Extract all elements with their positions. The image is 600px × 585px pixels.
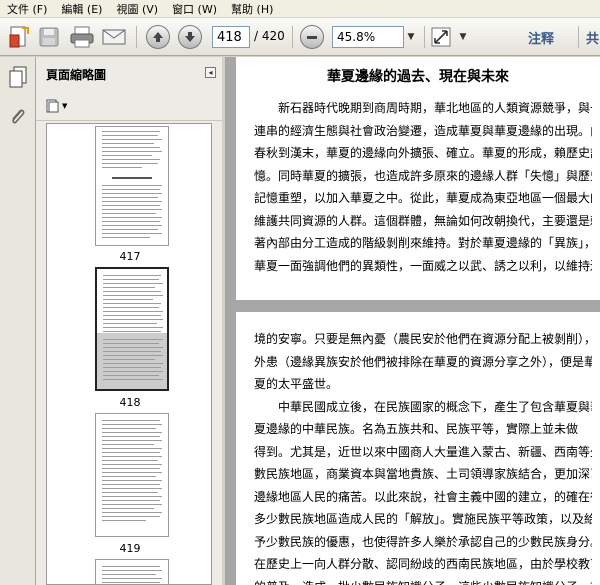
annotate-button[interactable]: 注释 xyxy=(528,28,554,47)
share-button[interactable]: 共 xyxy=(586,28,599,47)
save-icon xyxy=(39,27,59,47)
visible-area-overlay xyxy=(97,333,167,389)
pages-icon xyxy=(9,66,27,88)
thumbnail-page-417[interactable] xyxy=(95,126,169,246)
navigation-strip xyxy=(0,57,36,585)
text-line: 記憶重塑，以加入華夏之中。從此，華夏成為東亞地區一個最大的 xyxy=(254,191,592,205)
chevron-down-icon: ▼ xyxy=(459,32,467,42)
zoom-input[interactable]: 45.8% xyxy=(332,26,404,48)
document-view[interactable]: 華夏邊緣的過去、現在與未來 新石器時代晚期到商周時期，華北地區的人類資源競爭，與… xyxy=(225,57,600,585)
chapter-title: 華夏邊緣的過去、現在與未來 xyxy=(327,69,509,85)
thumbnail-label: 419 xyxy=(119,542,141,555)
page-total: / 420 xyxy=(254,29,285,43)
text-line: 邊緣地區人民的痛苦。以此來說，社會主義中國的建立，的確在很 xyxy=(254,489,592,504)
chevron-down-icon: ▼ xyxy=(62,102,68,110)
toolbar-separator xyxy=(136,26,137,48)
menu-view[interactable]: 視圖 (V) xyxy=(109,1,165,17)
text-line: 得到。尤其是，近世以來中國商人大量進入蒙古、新疆、西南等少 xyxy=(254,444,592,459)
thumbnail-page-418[interactable] xyxy=(95,267,169,391)
menu-window[interactable]: 窗口 (W) xyxy=(165,1,224,17)
fit-page-button[interactable] xyxy=(428,25,454,49)
thumbnail-options-button[interactable]: ▼ xyxy=(46,98,70,114)
zoom-value: 45.8% xyxy=(337,30,376,44)
menu-file[interactable]: 文件 (F) xyxy=(0,1,54,17)
page-thumbnails-tab[interactable] xyxy=(7,65,29,89)
fit-dropdown-button[interactable]: ▼ xyxy=(456,25,470,49)
arrow-down-icon xyxy=(178,25,202,49)
toolbar: 418 / 420 45.8% ▼ ▼ 注释 共 xyxy=(0,18,600,56)
options-icon xyxy=(46,99,59,113)
text-line: 夏的太平盛世。 xyxy=(254,377,339,391)
thumbnails-panel: 頁面縮略圖 ◂ ▼ 417 418 419 xyxy=(36,57,222,585)
text-line: 連串的經濟生態與社會政治變遷，造成華夏與華夏邊緣的出現。由 xyxy=(254,123,592,138)
menu-help[interactable]: 幫助 (H) xyxy=(224,1,280,17)
thumbnail-page-419[interactable] xyxy=(95,413,169,537)
save-button[interactable] xyxy=(36,25,62,49)
arrow-up-icon xyxy=(146,25,170,49)
thumbnail-list[interactable]: 417 418 419 xyxy=(46,123,212,585)
text-line: 著內部由分工造成的階級剝削來維持。對於華夏邊緣的「異族」， xyxy=(254,236,592,250)
text-line: 維護共同資源的人群。這個群體，無論如何改朝換代，主要還是賴 xyxy=(254,213,592,228)
text-line: 華夏一面強調他們的異類性，一面威之以武、誘之以利，以維持邊 xyxy=(254,258,592,273)
attachments-tab[interactable] xyxy=(8,105,28,129)
collapse-panel-button[interactable]: ◂ xyxy=(205,67,216,78)
zoom-dropdown-button[interactable]: ▼ xyxy=(404,25,418,49)
document-page-419: 境的安寧。只要是無內憂（農民安於他們在資源分配上被剝削）， 外患（邊緣異族安於他… xyxy=(236,312,600,585)
page-text-block: 境的安寧。只要是無內憂（農民安於他們在資源分配上被剝削）， 外患（邊緣異族安於他… xyxy=(254,328,592,585)
expand-arrows-icon xyxy=(431,27,451,47)
printer-icon xyxy=(70,26,94,48)
thumbnail-label: 417 xyxy=(119,250,141,263)
thumbnail-label: 418 xyxy=(119,396,141,409)
toolbar-separator xyxy=(578,26,579,48)
next-page-button[interactable] xyxy=(176,25,204,49)
text-line: 中華民國成立後，在民族國家的概念下，產生了包含華夏與華 xyxy=(278,399,592,414)
thumbnail-page-420[interactable] xyxy=(95,559,169,584)
text-line: 的普及，造成一批少數民族知識分子，這些少數民族知識分子，在 xyxy=(254,576,592,585)
text-line: 予少數民族的優惠，也使得許多人樂於承認自己的少數民族身分。 xyxy=(254,534,592,549)
text-line: 外患（邊緣異族安於他們被排除在華夏的資源分享之外），便是華 xyxy=(254,354,592,369)
panel-title: 頁面縮略圖 xyxy=(46,67,107,82)
text-line: 春秋到漢末，華夏的邊緣向外擴張、確立。華夏的形成，賴歷史記 xyxy=(254,146,592,160)
text-line: 憶。同時華夏的擴張，也造成許多原來的邊緣人群「失憶」與歷史 xyxy=(254,168,592,183)
text-line: 新石器時代晚期到商周時期，華北地區的人類資源競爭，與一 xyxy=(278,101,592,115)
print-button[interactable] xyxy=(68,25,96,49)
menu-edit[interactable]: 編輯 (E) xyxy=(54,1,109,17)
panel-toolbar: ▼ xyxy=(36,91,222,121)
page-text-block: 新石器時代晚期到商周時期，華北地區的人類資源競爭，與一 連串的經濟生態與社會政治… xyxy=(254,97,592,277)
text-line: 在歷史上一向人群分散、認同紛歧的西南民族地區，由於學校教育 xyxy=(254,557,592,571)
previous-page-button[interactable] xyxy=(144,25,172,49)
paperclip-icon xyxy=(12,109,25,124)
zoom-out-button[interactable] xyxy=(298,25,326,49)
create-pdf-button[interactable] xyxy=(6,25,32,49)
document-page-418: 華夏邊緣的過去、現在與未來 新石器時代晚期到商周時期，華北地區的人類資源競爭，與… xyxy=(236,57,600,300)
envelope-icon xyxy=(102,29,126,45)
toolbar-separator xyxy=(424,26,425,48)
email-button[interactable] xyxy=(100,25,128,49)
create-pdf-icon xyxy=(9,26,29,48)
minus-icon xyxy=(300,25,324,49)
text-line: 境的安寧。只要是無內憂（農民安於他們在資源分配上被剝削）， xyxy=(254,332,592,346)
menu-bar: 文件 (F) 編輯 (E) 視圖 (V) 窗口 (W) 幫助 (H) xyxy=(0,0,600,18)
text-line: 夏邊緣的中華民族。名為五族共和、民族平等，實際上並未做 xyxy=(254,422,579,436)
toolbar-separator xyxy=(292,26,293,48)
page-number-input[interactable]: 418 xyxy=(212,26,250,48)
text-line: 多少數民族地區造成人民的「解放」。實施民族平等政策，以及給 xyxy=(254,512,592,526)
text-line: 數民族地區，商業資本與當地貴族、土司領導家族結合，更加深了 xyxy=(254,467,592,481)
chevron-down-icon: ▼ xyxy=(407,32,415,42)
